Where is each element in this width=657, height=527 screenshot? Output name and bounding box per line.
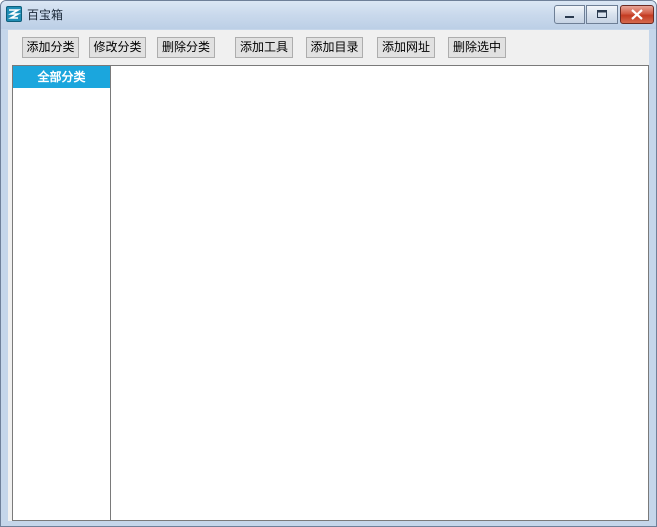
tool-list-area[interactable] xyxy=(110,65,649,521)
minimize-icon xyxy=(565,16,574,18)
add-directory-button[interactable]: 添加目录 xyxy=(306,37,363,58)
app-window: 百宝箱 添加分类 修改分类 删除分类 添加工具 添加目录 添加网址 删除选中 全… xyxy=(0,0,657,527)
delete-selected-button[interactable]: 删除选中 xyxy=(448,37,506,58)
delete-category-button[interactable]: 删除分类 xyxy=(157,37,215,58)
category-item-all[interactable]: 全部分类 xyxy=(13,66,110,88)
close-icon xyxy=(631,9,643,20)
title-bar[interactable]: 百宝箱 xyxy=(1,1,656,29)
maximize-button[interactable] xyxy=(586,5,618,24)
add-category-button[interactable]: 添加分类 xyxy=(22,37,79,58)
add-tool-button[interactable]: 添加工具 xyxy=(235,37,293,58)
category-list[interactable]: 全部分类 xyxy=(12,65,111,521)
edit-category-button[interactable]: 修改分类 xyxy=(89,37,146,58)
close-button[interactable] xyxy=(620,5,654,24)
client-area: 添加分类 修改分类 删除分类 添加工具 添加目录 添加网址 删除选中 全部分类 xyxy=(8,30,649,521)
add-url-button[interactable]: 添加网址 xyxy=(377,37,435,58)
maximize-icon xyxy=(597,10,607,18)
minimize-button[interactable] xyxy=(554,5,585,24)
app-logo-icon xyxy=(6,6,22,22)
window-title: 百宝箱 xyxy=(27,8,64,22)
